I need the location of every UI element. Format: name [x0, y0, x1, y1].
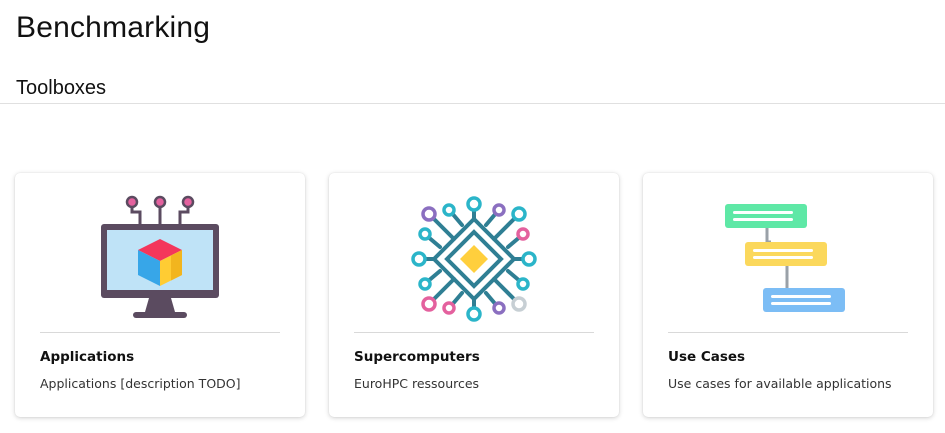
- card-supercomputers[interactable]: Supercomputers EuroHPC ressources: [329, 173, 619, 417]
- section-divider: [0, 103, 945, 104]
- card-media: [668, 185, 908, 333]
- card-use-cases[interactable]: Use Cases Use cases for available applic…: [643, 173, 933, 417]
- chip-circuit-icon: [411, 196, 537, 322]
- page-title: Benchmarking: [16, 11, 211, 44]
- card-divider: [40, 332, 280, 333]
- monitor-cube-icon: [101, 195, 219, 318]
- card-media: [40, 185, 280, 333]
- card-description: EuroHPC ressources: [354, 376, 480, 391]
- card-media: [354, 185, 594, 333]
- card-divider: [354, 332, 594, 333]
- card-divider: [668, 332, 908, 333]
- card-title: Supercomputers: [354, 349, 480, 365]
- flowchart-icon: [725, 204, 845, 312]
- card-title: Use Cases: [668, 349, 746, 365]
- section-title: Toolboxes: [16, 77, 107, 99]
- card-title: Applications: [40, 349, 135, 365]
- card-applications[interactable]: Applications Applications [description T…: [15, 173, 305, 417]
- card-description: Applications [description TODO]: [40, 376, 241, 391]
- card-description: Use cases for available applications: [668, 376, 892, 391]
- toolbox-cards: Applications Applications [description T…: [15, 173, 933, 417]
